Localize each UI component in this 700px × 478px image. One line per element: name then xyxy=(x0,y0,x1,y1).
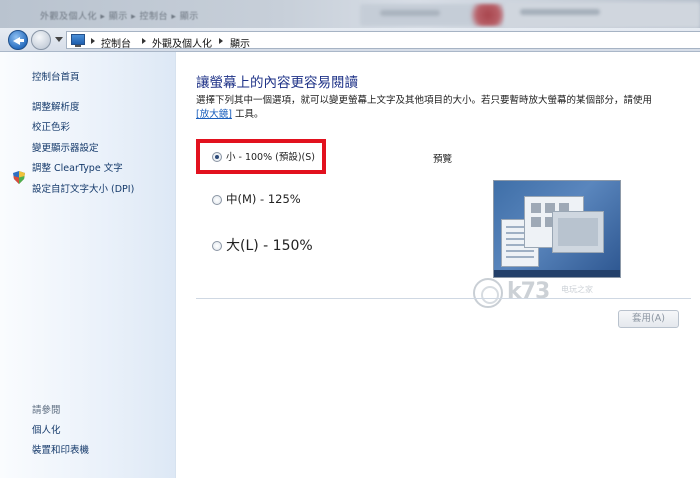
breadcrumb-separator-icon[interactable] xyxy=(219,38,223,44)
change-display-settings-link[interactable]: 變更顯示器設定 xyxy=(32,140,99,154)
personalization-link[interactable]: 個人化 xyxy=(32,422,61,436)
control-panel-home-link[interactable]: 控制台首頁 xyxy=(32,69,80,83)
blurred-window-region xyxy=(520,9,600,15)
radio-medium[interactable] xyxy=(212,195,222,205)
preview-window xyxy=(552,211,604,253)
blurred-window-region xyxy=(468,4,508,26)
radio-large[interactable] xyxy=(212,241,222,251)
breadcrumb-display[interactable]: 顯示 xyxy=(230,35,250,50)
watermark-subtext: 电玩之家 xyxy=(561,285,593,294)
shield-icon xyxy=(13,171,25,184)
option-large-label[interactable]: 大(L) - 150% xyxy=(226,235,313,255)
breadcrumb-separator-icon[interactable] xyxy=(142,38,146,44)
option-small-label[interactable]: 小 - 100% (預設)(S) xyxy=(226,149,315,163)
set-custom-dpi-link[interactable]: 設定自訂文字大小 (DPI) xyxy=(32,181,134,195)
apply-button[interactable]: 套用(A) xyxy=(618,310,679,328)
main-content: 讓螢幕上的內容更容易閱讀 選擇下列其中一個選項，就可以變更螢幕上文字及其他項目的… xyxy=(177,52,700,478)
preview-label: 預覽 xyxy=(433,154,453,165)
back-button[interactable] xyxy=(8,30,28,50)
adjust-cleartype-link[interactable]: 調整 ClearType 文字 xyxy=(32,160,123,174)
magnifier-link[interactable]: [放大鏡] xyxy=(196,109,232,120)
preview-image xyxy=(493,180,621,278)
title-bar: 外觀及個人化 ▸ 顯示 ▸ 控制台 ▸ 顯示 xyxy=(0,0,700,28)
page-description: 選擇下列其中一個選項，就可以變更螢幕上文字及其他項目的大小。若只要暫時放大螢幕的… xyxy=(196,94,691,122)
window-title-blurred: 外觀及個人化 ▸ 顯示 ▸ 控制台 ▸ 顯示 xyxy=(40,12,199,22)
blurred-window-region xyxy=(380,10,440,16)
watermark-gamepad-icon xyxy=(473,278,503,308)
address-bar: 控制台 外觀及個人化 顯示 xyxy=(0,28,700,52)
description-tail: 工具。 xyxy=(231,109,264,120)
breadcrumb-separator-icon[interactable] xyxy=(91,38,95,44)
see-also-heading: 請參閱 xyxy=(32,405,61,416)
left-task-pane: 控制台首頁 調整解析度 校正色彩 變更顯示器設定 調整 ClearType 文字… xyxy=(0,52,176,478)
breadcrumb-control-panel[interactable]: 控制台 xyxy=(101,35,131,50)
watermark-text: k73 xyxy=(507,279,550,304)
page-title: 讓螢幕上的內容更容易閱讀 xyxy=(196,75,358,91)
control-panel-icon xyxy=(71,34,85,47)
blurred-window-region xyxy=(505,2,700,28)
devices-printers-link[interactable]: 裝置和印表機 xyxy=(32,442,89,456)
recent-pages-dropdown-icon[interactable] xyxy=(55,37,63,42)
divider xyxy=(196,298,691,299)
watermark-logo: k73 电玩之家 xyxy=(473,276,613,316)
calibrate-color-link[interactable]: 校正色彩 xyxy=(32,119,70,133)
forward-button[interactable] xyxy=(31,30,51,50)
address-field[interactable]: 控制台 外觀及個人化 顯示 xyxy=(66,31,700,50)
description-text: 選擇下列其中一個選項，就可以變更螢幕上文字及其他項目的大小。若只要暫時放大螢幕的… xyxy=(196,95,653,106)
breadcrumb-appearance[interactable]: 外觀及個人化 xyxy=(152,35,212,50)
radio-small[interactable] xyxy=(212,152,222,162)
adjust-resolution-link[interactable]: 調整解析度 xyxy=(32,99,80,113)
option-medium-label[interactable]: 中(M) - 125% xyxy=(226,191,301,207)
